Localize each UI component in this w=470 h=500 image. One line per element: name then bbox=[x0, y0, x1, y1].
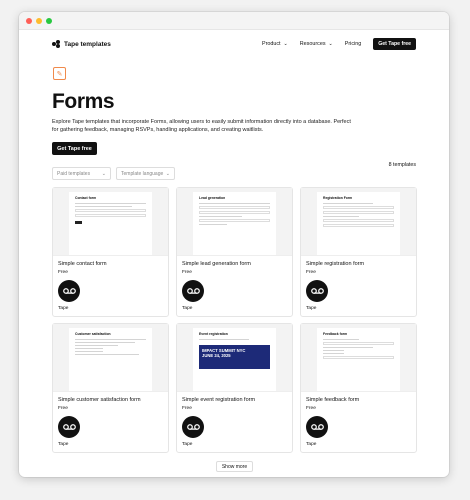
template-author: Tape bbox=[58, 442, 69, 447]
nav-product[interactable]: Product ⌄ bbox=[262, 41, 288, 47]
browser-window: Tape templates Product ⌄ Resources ⌄ Prici… bbox=[19, 12, 449, 477]
form-icon: ✎ bbox=[53, 67, 66, 80]
template-card[interactable]: Event registration IMPACT SUMMIT NYC JUNE … bbox=[176, 323, 293, 453]
thumbnail-title: Feedback form bbox=[323, 332, 348, 336]
template-name: Simple customer satisfaction form bbox=[58, 397, 141, 403]
template-thumbnail: Registration Form bbox=[301, 188, 416, 256]
nav-pricing[interactable]: Pricing bbox=[345, 41, 361, 47]
template-card[interactable]: Contact form Simple contact form Free Ta… bbox=[52, 187, 169, 317]
template-name: Simple event registration form bbox=[182, 397, 256, 403]
template-author: Tape bbox=[182, 306, 193, 311]
tape-avatar-icon bbox=[182, 280, 204, 302]
paid-templates-select[interactable]: Paid templates ⌄ bbox=[52, 167, 111, 180]
template-language-select[interactable]: Template language ⌄ bbox=[116, 167, 175, 180]
template-author: Tape bbox=[306, 306, 317, 311]
minimize-window-icon[interactable] bbox=[36, 17, 42, 24]
template-name: Simple feedback form bbox=[306, 397, 360, 403]
thumbnail-title: Lead generation bbox=[199, 196, 226, 200]
nav-resources[interactable]: Resources ⌄ bbox=[300, 41, 333, 47]
template-thumbnail: Contact form bbox=[53, 188, 168, 256]
template-name: Simple contact form bbox=[58, 261, 107, 267]
template-card[interactable]: Lead generation Simple lead generation f… bbox=[176, 187, 293, 317]
window-titlebar bbox=[19, 12, 449, 30]
template-author: Tape bbox=[182, 442, 193, 447]
nav-product-label: Product bbox=[261, 41, 281, 47]
template-grid: Contact form Simple contact form Free Ta… bbox=[52, 187, 417, 453]
brand-link[interactable]: Tape templates bbox=[52, 40, 111, 48]
template-count: 8 templates bbox=[388, 162, 416, 168]
show-more-button[interactable]: Show more bbox=[216, 461, 253, 472]
template-thumbnail: Feedback form bbox=[301, 324, 416, 392]
tape-avatar-icon bbox=[306, 416, 328, 438]
banner-date: JUNE 24, 2025 bbox=[202, 353, 231, 358]
event-banner: IMPACT SUMMIT NYC JUNE 24, 2025 bbox=[199, 345, 270, 369]
template-author: Tape bbox=[58, 306, 69, 311]
template-thumbnail: Lead generation bbox=[177, 188, 292, 256]
top-navigation: Tape templates Product ⌄ Resources ⌄ Prici… bbox=[19, 30, 449, 58]
template-price: Free bbox=[58, 270, 68, 275]
tape-avatar-icon bbox=[58, 416, 80, 438]
chevron-down-icon: ⌄ bbox=[328, 41, 333, 47]
brand-name: Tape templates bbox=[64, 40, 111, 48]
thumbnail-title: Registration Form bbox=[323, 196, 353, 200]
template-price: Free bbox=[306, 270, 316, 275]
nav-get-tape-button[interactable]: Get Tape free bbox=[373, 38, 416, 50]
template-price: Free bbox=[182, 406, 192, 411]
nav-resources-label: Resources bbox=[299, 41, 326, 47]
template-price: Free bbox=[306, 406, 316, 411]
tape-avatar-icon bbox=[306, 280, 328, 302]
paid-templates-label: Paid templates bbox=[57, 170, 91, 177]
chevron-down-icon: ⌄ bbox=[101, 170, 106, 177]
thumbnail-title: Contact form bbox=[75, 196, 97, 200]
template-price: Free bbox=[182, 270, 192, 275]
template-name: Simple registration form bbox=[306, 261, 365, 267]
hero-get-tape-button[interactable]: Get Tape free bbox=[52, 142, 97, 155]
tape-avatar-icon bbox=[182, 416, 204, 438]
template-name: Simple lead generation form bbox=[182, 261, 251, 267]
thumbnail-title: Customer satisfaction bbox=[75, 332, 111, 336]
page-title: Forms bbox=[52, 90, 115, 113]
thumbnail-title: Event registration bbox=[199, 332, 228, 336]
template-card[interactable]: Feedback form Simple feedback form Free … bbox=[300, 323, 417, 453]
page-description: Explore Tape templates that incorporate … bbox=[52, 119, 351, 133]
template-thumbnail: Customer satisfaction bbox=[53, 324, 168, 392]
template-thumbnail: Event registration IMPACT SUMMIT NYC JUNE … bbox=[177, 324, 292, 392]
close-window-icon[interactable] bbox=[26, 17, 32, 24]
chevron-down-icon: ⌄ bbox=[283, 41, 288, 47]
template-card[interactable]: Customer satisfaction Simple customer sa… bbox=[52, 323, 169, 453]
template-language-label: Template language bbox=[121, 170, 164, 177]
chevron-down-icon: ⌄ bbox=[165, 170, 170, 177]
template-author: Tape bbox=[306, 442, 317, 447]
tape-avatar-icon bbox=[58, 280, 80, 302]
maximize-window-icon[interactable] bbox=[46, 17, 52, 24]
template-price: Free bbox=[58, 406, 68, 411]
tape-logo-icon bbox=[52, 40, 60, 48]
template-card[interactable]: Registration Form Simple registration fo… bbox=[300, 187, 417, 317]
